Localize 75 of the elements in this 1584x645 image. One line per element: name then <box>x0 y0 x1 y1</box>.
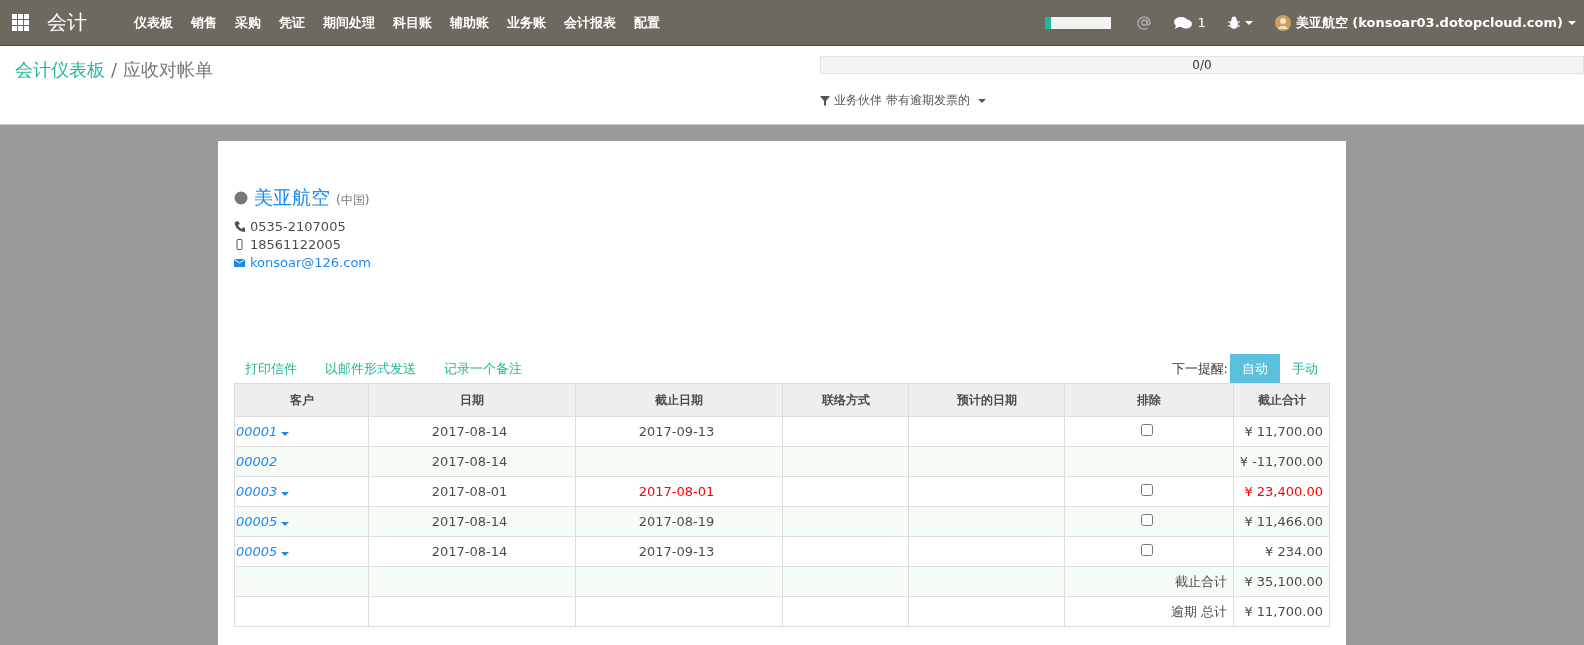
column-header: 截止日期 <box>575 383 783 417</box>
table-cell: 2017-08-14 <box>368 446 576 477</box>
exclude-checkbox[interactable] <box>1140 424 1153 436</box>
amount-cell: ¥ 35,100.00 <box>1233 566 1330 597</box>
summary-label: 逾期 总计 <box>1064 596 1234 627</box>
amount-cell: ¥ -11,700.00 <box>1233 446 1330 477</box>
menu-item[interactable]: 期间处理 <box>314 13 384 32</box>
app-title: 会计 <box>47 9 87 36</box>
column-header: 客户 <box>234 383 369 417</box>
table-cell: 2017-08-14 <box>368 506 576 537</box>
menu-item[interactable]: 采购 <box>226 13 270 32</box>
exclude-checkbox[interactable] <box>1140 544 1153 556</box>
caret-icon <box>281 492 290 496</box>
messages-button[interactable]: 1 <box>1166 15 1214 30</box>
menu-item[interactable]: 科目账 <box>384 13 441 32</box>
partner-name-link[interactable]: 美亚航空 <box>254 185 330 211</box>
menu-item[interactable]: 仪表板 <box>125 13 182 32</box>
filter-dropdown[interactable]: 业务伙伴 带有逾期发票的 <box>820 92 986 109</box>
status-dot-icon <box>234 191 248 205</box>
reminder-label: 下一提醒: <box>1171 359 1228 378</box>
partner-country: (中国) <box>336 191 370 209</box>
at-sign-icon <box>1137 15 1153 30</box>
table-cell: 2017-08-01 <box>575 476 783 507</box>
column-header: 预计的日期 <box>908 383 1065 417</box>
caret-icon <box>281 522 290 526</box>
menu-item[interactable]: 会计报表 <box>555 13 625 32</box>
table-cell: 2017-08-01 <box>368 476 576 507</box>
invoice-link[interactable]: 00001 <box>236 424 278 439</box>
menu-item[interactable]: 辅助账 <box>441 13 498 32</box>
avatar-icon <box>1274 14 1291 31</box>
column-header: 排除 <box>1064 383 1234 417</box>
table-cell: 2017-09-13 <box>575 536 783 567</box>
user-menu-button[interactable]: 美亚航空 (konsoar03.dotopcloud.com) <box>1266 13 1584 32</box>
menu-item[interactable]: 凭证 <box>270 13 314 32</box>
mobile-phone-icon <box>234 238 245 250</box>
caret-icon <box>1568 20 1576 25</box>
mobile-number: 18561122005 <box>250 236 341 252</box>
caret-icon <box>977 98 986 103</box>
table-cell: 2017-08-14 <box>368 536 576 567</box>
table-cell: 2017-08-19 <box>575 506 783 537</box>
chat-bubbles-icon <box>1174 15 1193 30</box>
table-cell: 2017-08-14 <box>368 416 576 447</box>
summary-label: 截止合计 <box>1064 566 1234 597</box>
email-link[interactable]: konsoar@126.com <box>250 254 371 270</box>
progress-bar <box>1045 16 1112 29</box>
phone-icon <box>234 220 245 232</box>
phone-number: 0535-2107005 <box>250 218 346 234</box>
amount-cell: ¥ 234.00 <box>1233 536 1330 567</box>
breadcrumb-separator: / <box>111 59 118 80</box>
amount-cell: ¥ 11,700.00 <box>1233 416 1330 447</box>
menu-item[interactable]: 销售 <box>182 13 226 32</box>
column-header: 日期 <box>368 383 576 417</box>
envelope-icon <box>234 256 245 268</box>
caret-icon <box>1244 20 1253 25</box>
bug-icon <box>1227 16 1240 29</box>
amount-cell: ¥ 11,466.00 <box>1233 506 1330 537</box>
invoice-link[interactable]: 00005 <box>236 514 278 529</box>
invoice-link[interactable]: 00003 <box>236 484 278 499</box>
menu-item[interactable]: 业务账 <box>498 13 555 32</box>
column-header: 联络方式 <box>782 383 909 417</box>
funnel-icon <box>820 95 830 106</box>
amount-cell: ¥ 23,400.00 <box>1233 476 1330 507</box>
pager-bar: 0/0 <box>820 56 1584 74</box>
invoice-link[interactable]: 00005 <box>236 544 278 559</box>
menu-item[interactable]: 配置 <box>625 13 669 32</box>
table-cell: 2017-09-13 <box>575 416 783 447</box>
caret-icon <box>281 432 290 436</box>
amount-cell: ¥ 11,700.00 <box>1233 596 1330 627</box>
grid-icon <box>12 14 29 31</box>
column-header: 截止合计 <box>1233 383 1330 417</box>
exclude-checkbox[interactable] <box>1140 514 1153 526</box>
invoice-link[interactable]: 00002 <box>236 454 278 469</box>
exclude-checkbox[interactable] <box>1140 484 1153 496</box>
caret-icon <box>281 552 290 556</box>
breadcrumb-current: 应收对帐单 <box>123 59 214 80</box>
